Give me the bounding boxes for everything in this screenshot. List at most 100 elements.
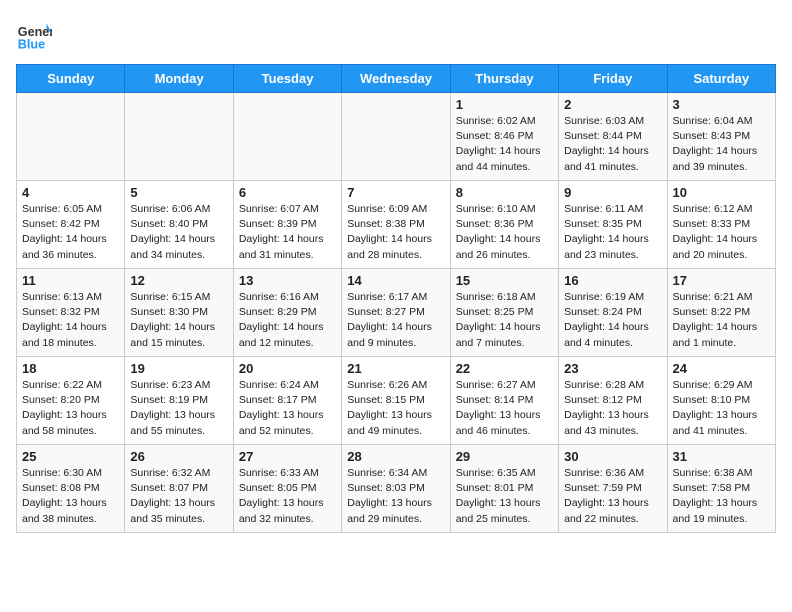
- calendar-cell: 15 Sunrise: 6:18 AM Sunset: 8:25 PM Dayli…: [450, 269, 558, 357]
- calendar-cell: 17 Sunrise: 6:21 AM Sunset: 8:22 PM Dayli…: [667, 269, 775, 357]
- calendar-cell: 26Sunrise: 6:32 AM Sunset: 8:07 PM Dayli…: [125, 445, 233, 533]
- day-number: 16: [564, 273, 661, 288]
- day-number: 25: [22, 449, 119, 464]
- calendar-cell: [125, 93, 233, 181]
- day-info: Sunrise: 6:11 AM Sunset: 8:35 PM Dayligh…: [564, 202, 661, 263]
- calendar-cell: 25 Sunrise: 6:30 AM Sunset: 8:08 PM Dayli…: [17, 445, 125, 533]
- day-number: 28: [347, 449, 444, 464]
- day-number: 21: [347, 361, 444, 376]
- day-info: Sunrise: 6:28 AM Sunset: 8:12 PM Dayligh…: [564, 378, 661, 439]
- calendar-cell: 16 Sunrise: 6:19 AM Sunset: 8:24 PM Dayli…: [559, 269, 667, 357]
- day-info: Sunrise: 6:21 AM Sunset: 8:22 PM Dayligh…: [673, 290, 770, 351]
- day-info: Sunrise: 6:02 AM Sunset: 8:46 PM Dayligh…: [456, 114, 553, 175]
- day-number: 14: [347, 273, 444, 288]
- day-info: Sunrise: 6:03 AM Sunset: 8:44 PM Dayligh…: [564, 114, 661, 175]
- day-number: 30: [564, 449, 661, 464]
- calendar-cell: 6 Sunrise: 6:07 AM Sunset: 8:39 PM Daylig…: [233, 181, 341, 269]
- calendar-cell: 4 Sunrise: 6:05 AM Sunset: 8:42 PM Daylig…: [17, 181, 125, 269]
- day-info: Sunrise: 6:22 AM Sunset: 8:20 PM Dayligh…: [22, 378, 119, 439]
- day-info: Sunrise: 6:07 AM Sunset: 8:39 PM Dayligh…: [239, 202, 336, 263]
- calendar-cell: 8 Sunrise: 6:10 AM Sunset: 8:36 PM Daylig…: [450, 181, 558, 269]
- day-header-friday: Friday: [559, 65, 667, 93]
- day-info: Sunrise: 6:36 AM Sunset: 7:59 PM Dayligh…: [564, 466, 661, 527]
- day-number: 5: [130, 185, 227, 200]
- calendar-cell: 7 Sunrise: 6:09 AM Sunset: 8:38 PM Daylig…: [342, 181, 450, 269]
- calendar-cell: 31 Sunrise: 6:38 AM Sunset: 7:58 PM Dayli…: [667, 445, 775, 533]
- page-header: General Blue: [16, 16, 776, 52]
- day-info: Sunrise: 6:12 AM Sunset: 8:33 PM Dayligh…: [673, 202, 770, 263]
- day-number: 29: [456, 449, 553, 464]
- calendar-cell: 1 Sunrise: 6:02 AM Sunset: 8:46 PM Daylig…: [450, 93, 558, 181]
- day-info: Sunrise: 6:23 AM Sunset: 8:19 PM Dayligh…: [130, 378, 227, 439]
- day-number: 9: [564, 185, 661, 200]
- logo-icon: General Blue: [16, 16, 52, 52]
- day-number: 23: [564, 361, 661, 376]
- day-number: 2: [564, 97, 661, 112]
- logo: General Blue: [16, 16, 52, 52]
- day-header-thursday: Thursday: [450, 65, 558, 93]
- calendar-cell: 28 Sunrise: 6:34 AM Sunset: 8:03 PM Dayli…: [342, 445, 450, 533]
- day-info: Sunrise: 6:32 AM Sunset: 8:07 PM Dayligh…: [130, 466, 227, 527]
- day-info: Sunrise: 6:27 AM Sunset: 8:14 PM Dayligh…: [456, 378, 553, 439]
- calendar-cell: [233, 93, 341, 181]
- calendar-cell: 3 Sunrise: 6:04 AM Sunset: 8:43 PM Daylig…: [667, 93, 775, 181]
- calendar-cell: 27 Sunrise: 6:33 AM Sunset: 8:05 PM Dayli…: [233, 445, 341, 533]
- day-number: 19: [130, 361, 227, 376]
- day-info: Sunrise: 6:19 AM Sunset: 8:24 PM Dayligh…: [564, 290, 661, 351]
- day-number: 15: [456, 273, 553, 288]
- calendar-cell: 21Sunrise: 6:26 AM Sunset: 8:15 PM Dayli…: [342, 357, 450, 445]
- day-number: 3: [673, 97, 770, 112]
- day-info: Sunrise: 6:38 AM Sunset: 7:58 PM Dayligh…: [673, 466, 770, 527]
- calendar-cell: 19 Sunrise: 6:23 AM Sunset: 8:19 PM Dayli…: [125, 357, 233, 445]
- calendar-cell: 5 Sunrise: 6:06 AM Sunset: 8:40 PM Daylig…: [125, 181, 233, 269]
- day-number: 13: [239, 273, 336, 288]
- day-number: 22: [456, 361, 553, 376]
- calendar-cell: 12 Sunrise: 6:15 AM Sunset: 8:30 PM Dayli…: [125, 269, 233, 357]
- day-number: 27: [239, 449, 336, 464]
- day-number: 12: [130, 273, 227, 288]
- calendar-cell: 24 Sunrise: 6:29 AM Sunset: 8:10 PM Dayli…: [667, 357, 775, 445]
- day-number: 31: [673, 449, 770, 464]
- day-header-wednesday: Wednesday: [342, 65, 450, 93]
- calendar-cell: 18Sunrise: 6:22 AM Sunset: 8:20 PM Dayli…: [17, 357, 125, 445]
- day-number: 6: [239, 185, 336, 200]
- calendar-cell: 10 Sunrise: 6:12 AM Sunset: 8:33 PM Dayli…: [667, 181, 775, 269]
- day-header-saturday: Saturday: [667, 65, 775, 93]
- day-header-sunday: Sunday: [17, 65, 125, 93]
- day-info: Sunrise: 6:15 AM Sunset: 8:30 PM Dayligh…: [130, 290, 227, 351]
- day-info: Sunrise: 6:34 AM Sunset: 8:03 PM Dayligh…: [347, 466, 444, 527]
- day-info: Sunrise: 6:10 AM Sunset: 8:36 PM Dayligh…: [456, 202, 553, 263]
- day-info: Sunrise: 6:13 AM Sunset: 8:32 PM Dayligh…: [22, 290, 119, 351]
- calendar-cell: 20Sunrise: 6:24 AM Sunset: 8:17 PM Dayli…: [233, 357, 341, 445]
- calendar-cell: [17, 93, 125, 181]
- day-number: 7: [347, 185, 444, 200]
- day-number: 1: [456, 97, 553, 112]
- calendar-cell: 13 Sunrise: 6:16 AM Sunset: 8:29 PM Dayli…: [233, 269, 341, 357]
- calendar-cell: 29Sunrise: 6:35 AM Sunset: 8:01 PM Dayli…: [450, 445, 558, 533]
- calendar-table: SundayMondayTuesdayWednesdayThursdayFrid…: [16, 64, 776, 533]
- day-info: Sunrise: 6:09 AM Sunset: 8:38 PM Dayligh…: [347, 202, 444, 263]
- calendar-cell: 11 Sunrise: 6:13 AM Sunset: 8:32 PM Dayli…: [17, 269, 125, 357]
- calendar-cell: 30 Sunrise: 6:36 AM Sunset: 7:59 PM Dayli…: [559, 445, 667, 533]
- day-number: 10: [673, 185, 770, 200]
- day-number: 24: [673, 361, 770, 376]
- calendar-header: SundayMondayTuesdayWednesdayThursdayFrid…: [17, 65, 776, 93]
- day-info: Sunrise: 6:18 AM Sunset: 8:25 PM Dayligh…: [456, 290, 553, 351]
- day-number: 11: [22, 273, 119, 288]
- day-number: 17: [673, 273, 770, 288]
- svg-text:Blue: Blue: [18, 37, 45, 51]
- day-info: Sunrise: 6:06 AM Sunset: 8:40 PM Dayligh…: [130, 202, 227, 263]
- day-info: Sunrise: 6:24 AM Sunset: 8:17 PM Dayligh…: [239, 378, 336, 439]
- day-number: 8: [456, 185, 553, 200]
- day-info: Sunrise: 6:29 AM Sunset: 8:10 PM Dayligh…: [673, 378, 770, 439]
- day-info: Sunrise: 6:05 AM Sunset: 8:42 PM Dayligh…: [22, 202, 119, 263]
- day-info: Sunrise: 6:16 AM Sunset: 8:29 PM Dayligh…: [239, 290, 336, 351]
- day-header-monday: Monday: [125, 65, 233, 93]
- calendar-cell: [342, 93, 450, 181]
- calendar-cell: 2 Sunrise: 6:03 AM Sunset: 8:44 PM Daylig…: [559, 93, 667, 181]
- day-number: 4: [22, 185, 119, 200]
- day-info: Sunrise: 6:04 AM Sunset: 8:43 PM Dayligh…: [673, 114, 770, 175]
- day-info: Sunrise: 6:30 AM Sunset: 8:08 PM Dayligh…: [22, 466, 119, 527]
- calendar-cell: 9 Sunrise: 6:11 AM Sunset: 8:35 PM Daylig…: [559, 181, 667, 269]
- day-info: Sunrise: 6:33 AM Sunset: 8:05 PM Dayligh…: [239, 466, 336, 527]
